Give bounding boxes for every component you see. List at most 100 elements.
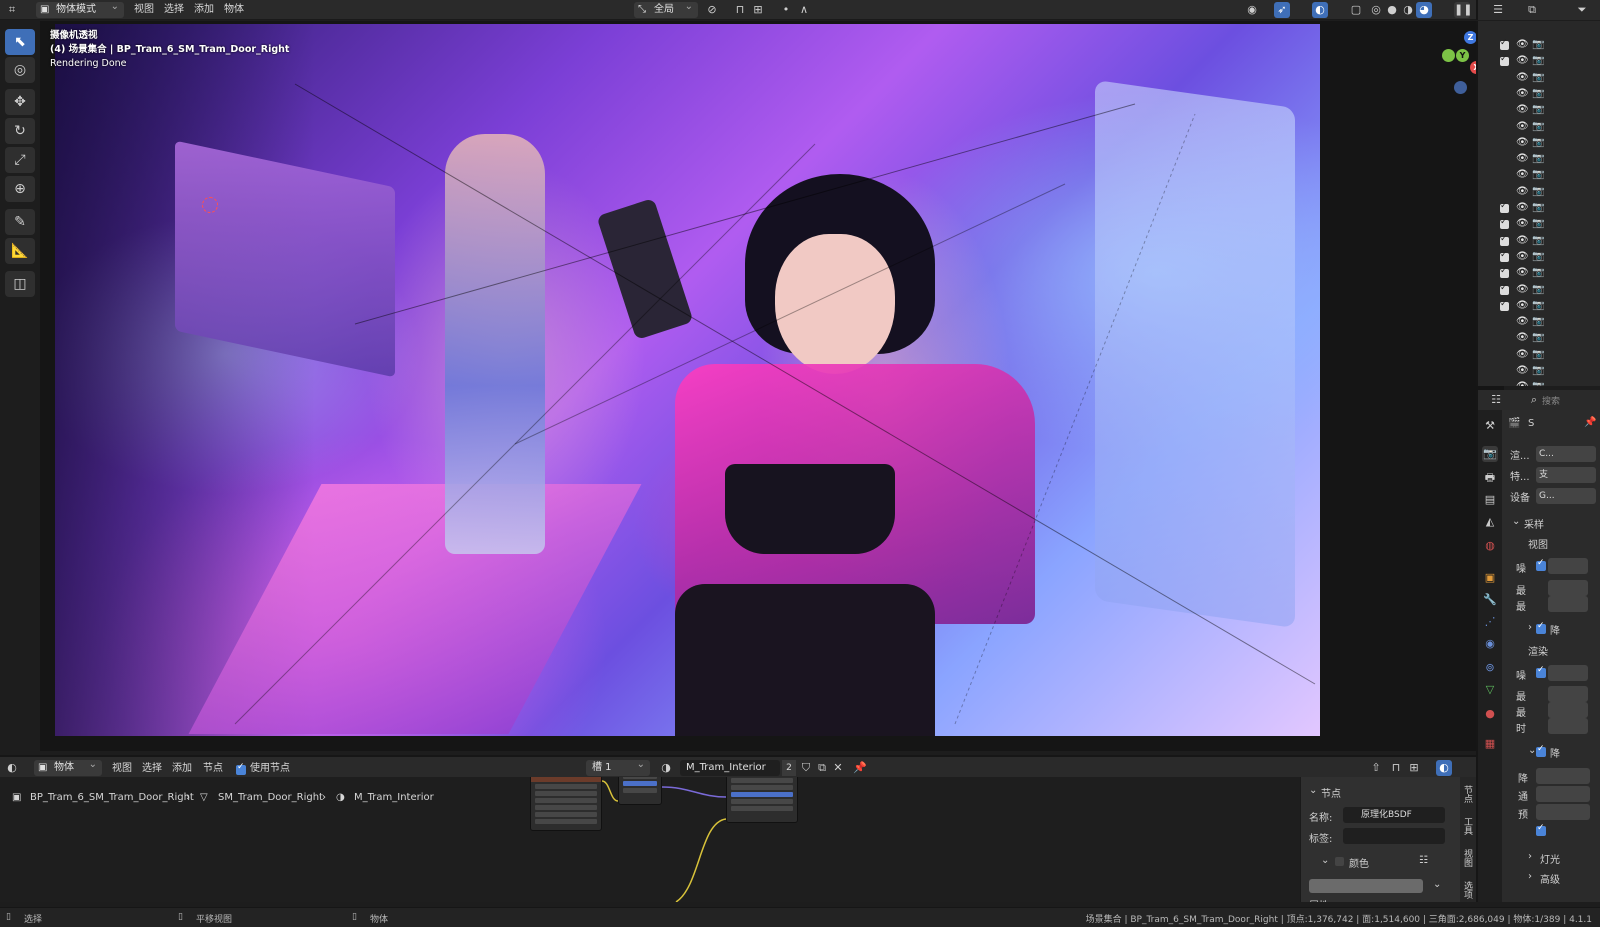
outliner-row[interactable]: 👁📷 xyxy=(1478,167,1600,183)
render-max-field[interactable] xyxy=(1548,686,1588,702)
outliner-row[interactable]: 👁📷 xyxy=(1478,70,1600,86)
eye-icon[interactable]: 👁 xyxy=(1516,202,1529,213)
material-shading-icon[interactable]: ◑ xyxy=(1400,2,1416,18)
noise-threshold-field[interactable] xyxy=(1548,558,1588,574)
xray-icon[interactable]: ▢ xyxy=(1348,2,1364,18)
pin-icon[interactable]: 📌 xyxy=(852,760,868,776)
eye-icon[interactable]: 👁 xyxy=(1516,88,1529,99)
camera-icon[interactable]: 📷 xyxy=(1532,251,1544,262)
unlink-material-icon[interactable]: ✕ xyxy=(830,760,846,776)
rendered-shading-icon[interactable]: ◕ xyxy=(1416,2,1432,18)
scene-tab-icon[interactable]: ◭ xyxy=(1482,514,1498,530)
display-mode-icon[interactable]: ⧉ xyxy=(1524,2,1540,18)
camera-icon[interactable]: 📷 xyxy=(1532,104,1544,115)
eye-icon[interactable]: 👁 xyxy=(1516,104,1529,115)
prefilter-dropdown[interactable] xyxy=(1536,804,1590,820)
camera-icon[interactable]: 📷 xyxy=(1532,137,1544,148)
parent-node-tree-icon[interactable]: ⇧ xyxy=(1368,760,1384,776)
eye-icon[interactable]: 👁 xyxy=(1516,218,1529,229)
exclude-checkbox[interactable] xyxy=(1500,201,1509,213)
tab-tool[interactable]: 工具 xyxy=(1462,817,1474,835)
eye-icon[interactable]: 👁 xyxy=(1516,55,1529,66)
exclude-checkbox[interactable] xyxy=(1500,283,1509,295)
scale-tool[interactable]: ⤢ xyxy=(5,147,35,173)
camera-icon[interactable]: 📷 xyxy=(1532,316,1544,327)
outliner-row[interactable]: 👁📷 xyxy=(1478,363,1600,379)
transform-orientation-dropdown[interactable]: ⤡ 全局 xyxy=(634,0,698,18)
eye-icon[interactable]: 👁 xyxy=(1516,169,1529,180)
denoiser-dropdown[interactable] xyxy=(1536,768,1590,784)
camera-icon[interactable]: 📷 xyxy=(1532,72,1544,83)
material-slot-dropdown[interactable]: 槽 1 xyxy=(586,757,650,776)
outliner-row[interactable]: 👁📷 xyxy=(1478,265,1600,281)
pivot-icon[interactable]: ⊘ xyxy=(704,2,720,18)
gizmo-toggle-icon[interactable]: ➶ xyxy=(1274,2,1290,18)
node-color-checkbox[interactable] xyxy=(1335,857,1344,866)
node-color-swatch[interactable] xyxy=(1309,879,1423,893)
viewport-subpanel[interactable]: 视图 xyxy=(1528,536,1548,551)
object-tab-icon[interactable]: ▣ xyxy=(1482,570,1498,586)
camera-icon[interactable]: 📷 xyxy=(1532,267,1544,278)
render-subpanel[interactable]: 渲染 xyxy=(1528,643,1548,658)
snap-target-icon[interactable]: ⊞ xyxy=(750,2,766,18)
properties-editor[interactable]: ☷ ⌕ 搜索 ⚒ 📷 🖶 ▤ ◭ ◍ ▣ 🔧 ⋰ ◉ ⊚ ▽ ● ▦ 🎬 S 📌… xyxy=(1476,390,1600,902)
render-tab-icon[interactable]: 📷 xyxy=(1482,446,1498,462)
render-denoise-checkbox[interactable] xyxy=(1536,744,1546,757)
node-color-section[interactable]: 颜色 xyxy=(1349,855,1369,870)
3d-cursor[interactable] xyxy=(202,197,218,213)
rotate-tool[interactable]: ↻ xyxy=(5,118,35,144)
render-noise-field[interactable] xyxy=(1548,665,1588,681)
outliner-row[interactable]: 👁📷 xyxy=(1478,151,1600,167)
pause-render-icon[interactable]: ❚❚ xyxy=(1454,2,1472,18)
menu-select[interactable]: 选择 xyxy=(164,2,184,18)
exclude-checkbox[interactable] xyxy=(1500,266,1509,279)
eye-icon[interactable]: 👁 xyxy=(1516,235,1529,246)
tool-tab-icon[interactable]: ⚒ xyxy=(1482,418,1498,434)
constraints-tab-icon[interactable]: ⊚ xyxy=(1482,660,1498,676)
properties-editor-icon[interactable]: ☷ xyxy=(1488,392,1504,408)
eye-icon[interactable]: 👁 xyxy=(1516,267,1529,278)
mode-dropdown[interactable]: ▣ 物体模式 xyxy=(36,0,124,18)
3d-viewport[interactable]: 摄像机透视 (4) 场景集合 | BP_Tram_6_SM_Tram_Door_… xyxy=(40,21,1504,751)
eye-icon[interactable]: 👁 xyxy=(1516,381,1529,386)
exclude-checkbox[interactable] xyxy=(1500,217,1509,230)
eye-icon[interactable]: 👁 xyxy=(1516,349,1529,360)
outliner-row[interactable]: 👁📷 xyxy=(1478,314,1600,330)
exclude-checkbox[interactable] xyxy=(1500,54,1509,67)
gizmo-neg-z-axis[interactable] xyxy=(1454,81,1467,94)
camera-icon[interactable]: 📷 xyxy=(1532,365,1544,376)
editor-type-icon[interactable]: ⌗ xyxy=(4,2,20,18)
pin-icon[interactable]: 📌 xyxy=(1584,417,1596,428)
node-label-field[interactable] xyxy=(1343,828,1445,844)
material-browse-icon[interactable]: ◑ xyxy=(658,760,674,776)
outliner-row[interactable]: 👁📷 xyxy=(1478,53,1600,69)
shader-type-dropdown[interactable]: ▣ 物体 xyxy=(34,757,102,776)
render-min-field[interactable] xyxy=(1548,702,1588,718)
camera-icon[interactable]: 📷 xyxy=(1532,300,1544,311)
use-nodes-checkbox[interactable] xyxy=(236,762,246,775)
select-box-tool[interactable]: ⬉ xyxy=(5,29,35,55)
render-noise-checkbox[interactable] xyxy=(1536,665,1546,678)
cursor-tool[interactable]: ◎ xyxy=(5,57,35,83)
gizmo-neg-y-axis[interactable] xyxy=(1442,49,1455,62)
eye-icon[interactable]: 👁 xyxy=(1516,186,1529,197)
node-overlay-icon[interactable]: ◐ xyxy=(1436,760,1452,776)
node-menu-node[interactable]: 节点 xyxy=(203,761,223,777)
node-properties-section[interactable]: 属性 xyxy=(1309,897,1329,902)
exclude-checkbox[interactable] xyxy=(1500,234,1509,246)
fake-user-icon[interactable]: ⛉ xyxy=(798,760,814,776)
eye-icon[interactable]: 👁 xyxy=(1516,365,1529,376)
world-tab-icon[interactable]: ◍ xyxy=(1482,538,1498,554)
tab-node[interactable]: 节点 xyxy=(1462,785,1474,803)
device-dropdown[interactable]: G... xyxy=(1536,488,1596,504)
menu-object[interactable]: 物体 xyxy=(224,2,244,18)
passes-dropdown[interactable] xyxy=(1536,786,1590,802)
noise-threshold-checkbox[interactable] xyxy=(1536,558,1546,571)
data-tab-icon[interactable]: ▽ xyxy=(1482,682,1498,698)
solid-shading-icon[interactable]: ● xyxy=(1384,2,1400,18)
camera-icon[interactable]: 📷 xyxy=(1532,235,1544,246)
output-tab-icon[interactable]: 🖶 xyxy=(1482,470,1498,486)
node-editor-type-icon[interactable]: ◐ xyxy=(4,760,20,776)
proportional-edit-icon[interactable]: • xyxy=(778,2,794,18)
eye-icon[interactable]: 👁 xyxy=(1516,72,1529,83)
